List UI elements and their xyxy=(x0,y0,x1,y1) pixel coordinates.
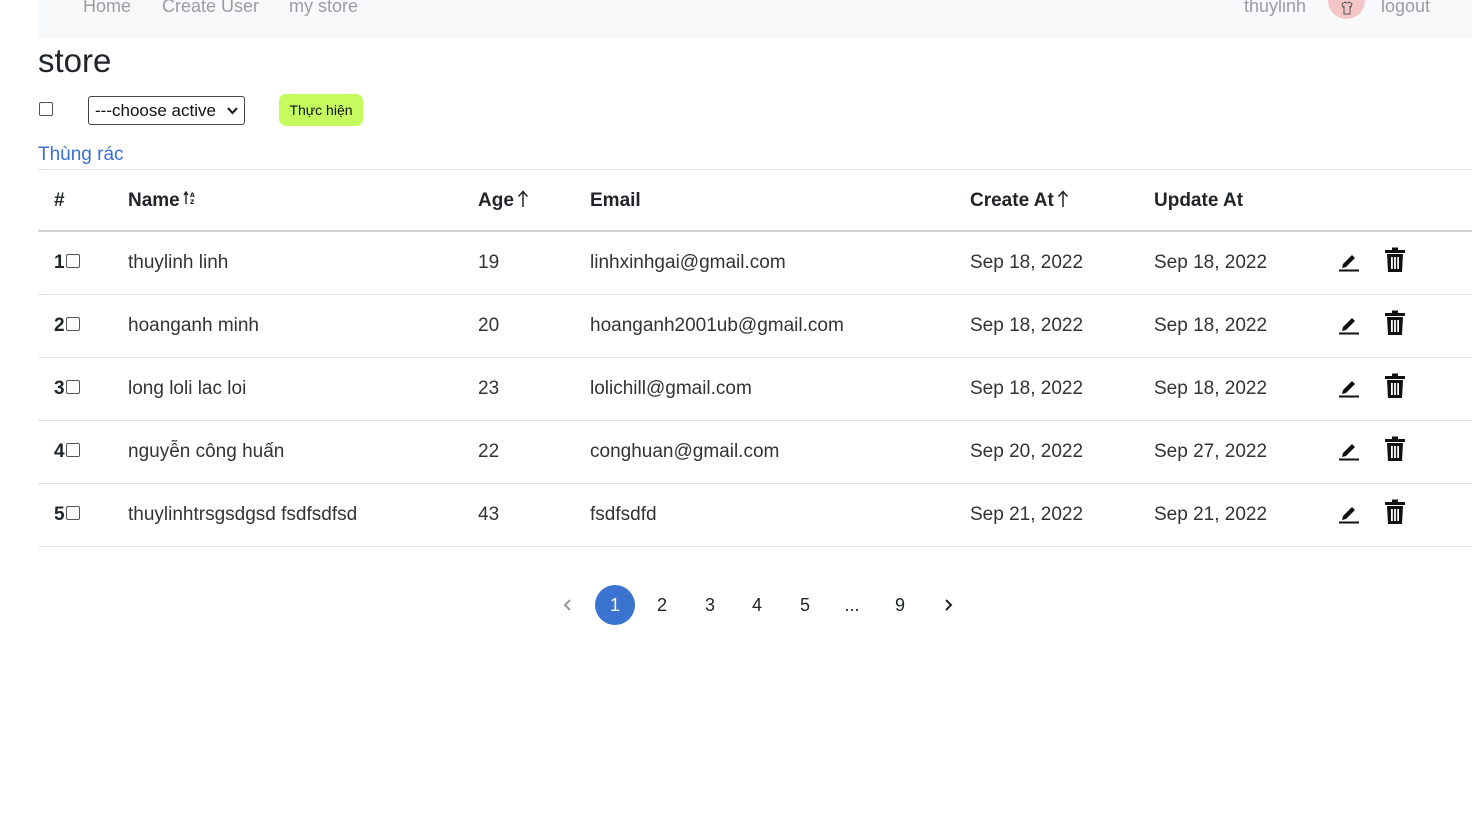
table-row: 5 thuylinhtrsgsdgsd fsdfsdfsd 43 fsdfsdfd Se… xyxy=(38,484,1472,547)
cell-age: 22 xyxy=(478,441,500,462)
header-email: Email xyxy=(590,190,641,211)
nav-username[interactable]: thuylinh xyxy=(1244,0,1306,17)
chevron-down-icon xyxy=(227,104,238,118)
page-button-4[interactable]: 4 xyxy=(737,585,777,625)
cell-create-at: Sep 18, 2022 xyxy=(970,252,1084,273)
page-button-2[interactable]: 2 xyxy=(642,585,682,625)
header-age[interactable]: Age xyxy=(478,190,529,212)
svg-text:A: A xyxy=(190,192,195,199)
cell-create-at: Sep 21, 2022 xyxy=(970,504,1084,525)
row-index: 5 xyxy=(54,504,65,525)
row-index: 3 xyxy=(54,378,65,399)
run-action-button[interactable]: Thực hiện xyxy=(279,94,363,126)
table-row: 4 nguyễn công huấn 22 conghuan@gmail.com Sep… xyxy=(38,421,1472,484)
header-index: # xyxy=(54,190,65,211)
page-button-9[interactable]: 9 xyxy=(880,585,920,625)
chevron-left-icon xyxy=(563,599,571,611)
navbar: Home Create User my store thuylinh logou… xyxy=(38,0,1472,39)
cell-email: lolichill@gmail.com xyxy=(590,378,752,399)
table-header: # Name A Z Age Email Create At Update At xyxy=(38,169,1472,232)
row-checkbox[interactable] xyxy=(66,506,80,520)
action-select[interactable]: ---choose active xyxy=(88,96,245,125)
edit-icon[interactable] xyxy=(1338,313,1360,335)
table-row: 1 thuylinh linh 19 linhxinhgai@gmail.com Sep… xyxy=(38,232,1472,295)
header-name[interactable]: Name A Z xyxy=(128,190,197,212)
trash-icon[interactable] xyxy=(1384,373,1406,399)
cell-update-at: Sep 27, 2022 xyxy=(1154,441,1268,462)
cell-update-at: Sep 18, 2022 xyxy=(1154,378,1268,399)
cell-email: hoanganh2001ub@gmail.com xyxy=(590,315,844,336)
row-index: 2 xyxy=(54,315,65,336)
cell-update-at: Sep 18, 2022 xyxy=(1154,252,1268,273)
cell-age: 20 xyxy=(478,315,500,336)
cell-age: 23 xyxy=(478,378,500,399)
avatar[interactable] xyxy=(1328,0,1365,19)
table-row: 3 long loli lac loi 23 lolichill@gmail.com S… xyxy=(38,358,1472,421)
row-checkbox[interactable] xyxy=(66,254,80,268)
arrow-up-icon[interactable] xyxy=(1057,190,1069,208)
header-update-at: Update At xyxy=(1154,190,1244,211)
row-checkbox[interactable] xyxy=(66,380,80,394)
row-checkbox[interactable] xyxy=(66,443,80,457)
cell-name: thuylinhtrsgsdgsd fsdfsdfsd xyxy=(128,504,358,525)
trash-icon[interactable] xyxy=(1384,247,1406,273)
cell-email: fsdfsdfd xyxy=(590,504,657,525)
select-all-checkbox[interactable] xyxy=(39,102,53,116)
trash-icon[interactable] xyxy=(1384,436,1406,462)
row-checkbox[interactable] xyxy=(66,317,80,331)
next-page-button[interactable] xyxy=(928,585,968,625)
user-avatar-icon xyxy=(1340,1,1353,15)
edit-icon[interactable] xyxy=(1338,250,1360,272)
logout-link[interactable]: logout xyxy=(1381,0,1430,17)
cell-create-at: Sep 18, 2022 xyxy=(970,378,1084,399)
trash-icon[interactable] xyxy=(1384,499,1406,525)
trash-link[interactable]: Thùng rác xyxy=(38,144,124,166)
page-button-3[interactable]: 3 xyxy=(690,585,730,625)
page-button-1[interactable]: 1 xyxy=(595,585,635,625)
row-index: 4 xyxy=(54,441,65,462)
table-row: 2 hoanganh minh 20 hoanganh2001ub@gmail.com… xyxy=(38,295,1472,358)
page-title: store xyxy=(38,42,112,79)
cell-name: hoanganh minh xyxy=(128,315,259,336)
page-ellipsis: ... xyxy=(844,594,860,615)
nav-link-home[interactable]: Home xyxy=(83,0,131,17)
cell-age: 19 xyxy=(478,252,500,273)
nav-link-create-user[interactable]: Create User xyxy=(162,0,259,17)
action-select-value: ---choose active xyxy=(95,100,216,120)
page-button-5[interactable]: 5 xyxy=(785,585,825,625)
chevron-right-icon xyxy=(945,599,953,611)
cell-email: linhxinhgai@gmail.com xyxy=(590,252,786,273)
row-index: 1 xyxy=(54,252,65,273)
cell-create-at: Sep 20, 2022 xyxy=(970,441,1084,462)
cell-update-at: Sep 21, 2022 xyxy=(1154,504,1268,525)
header-create-at[interactable]: Create At xyxy=(970,190,1069,212)
edit-icon[interactable] xyxy=(1338,439,1360,461)
cell-age: 43 xyxy=(478,504,500,525)
arrow-up-icon[interactable] xyxy=(517,190,529,208)
cell-email: conghuan@gmail.com xyxy=(590,441,780,462)
svg-text:Z: Z xyxy=(190,199,195,206)
cell-name: thuylinh linh xyxy=(128,252,229,273)
edit-icon[interactable] xyxy=(1338,376,1360,398)
cell-create-at: Sep 18, 2022 xyxy=(970,315,1084,336)
prev-page-button[interactable] xyxy=(548,585,588,625)
nav-link-my-store[interactable]: my store xyxy=(289,0,358,17)
cell-update-at: Sep 18, 2022 xyxy=(1154,315,1268,336)
cell-name: nguyễn công huấn xyxy=(128,441,285,462)
sort-alpha-icon[interactable]: A Z xyxy=(183,190,197,206)
cell-name: long loli lac loi xyxy=(128,378,247,399)
trash-icon[interactable] xyxy=(1384,310,1406,336)
edit-icon[interactable] xyxy=(1338,502,1360,524)
